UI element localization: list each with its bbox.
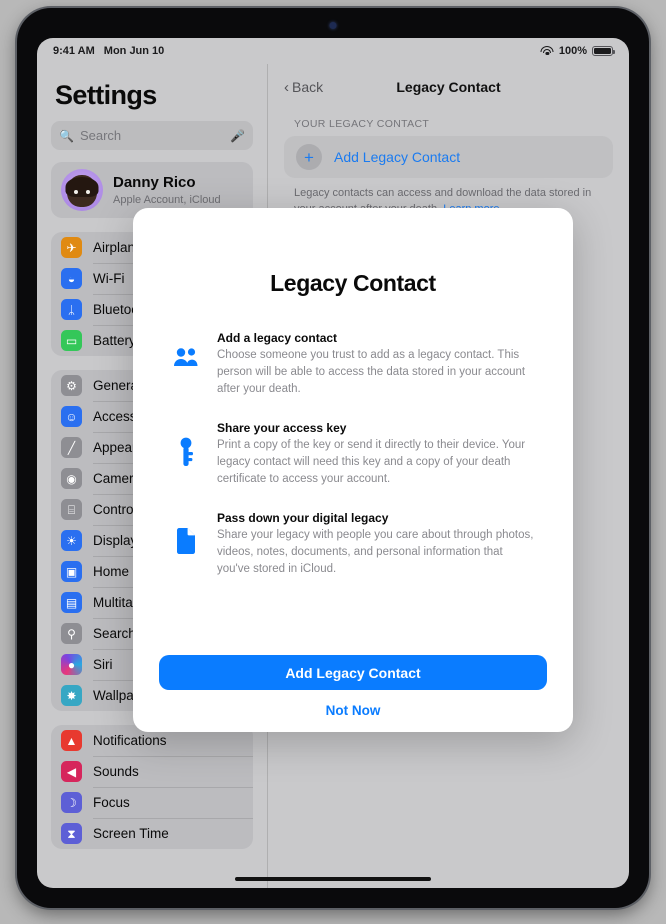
modal-actions: Add Legacy Contact Not Now (159, 655, 547, 732)
add-legacy-contact-button[interactable]: Add Legacy Contact (159, 655, 547, 690)
ipad-screen: 9:41 AM Mon Jun 10 100% Settings 🔍 Searc… (37, 38, 629, 888)
document-icon (171, 511, 201, 555)
feature-item: Pass down your digital legacy Share your … (171, 511, 535, 578)
not-now-button[interactable]: Not Now (159, 703, 547, 718)
feature-heading: Pass down your digital legacy (217, 511, 389, 526)
modal-title: Legacy Contact (270, 270, 436, 296)
legacy-contact-modal: Legacy Contact Add a legacy contact Choos… (133, 208, 573, 732)
feature-heading: Share your access key (217, 421, 347, 436)
home-indicator[interactable] (235, 876, 431, 881)
feature-item: Share your access key Print a copy of the… (171, 421, 535, 488)
modal-overlay: Legacy Contact Add a legacy contact Choos… (37, 38, 629, 888)
feature-body: Share your legacy with people you care a… (217, 529, 534, 576)
two-people-icon (171, 331, 201, 367)
feature-item: Add a legacy contact Choose someone you t… (171, 331, 535, 398)
feature-body: Print a copy of the key or send it direc… (217, 439, 526, 486)
feature-body: Choose someone you trust to add as a leg… (217, 349, 526, 396)
key-icon (171, 421, 201, 467)
ipad-device-frame: 9:41 AM Mon Jun 10 100% Settings 🔍 Searc… (17, 8, 649, 908)
front-camera-icon (329, 22, 337, 29)
feature-list: Add a legacy contact Choose someone you t… (159, 331, 547, 578)
feature-heading: Add a legacy contact (217, 331, 338, 345)
